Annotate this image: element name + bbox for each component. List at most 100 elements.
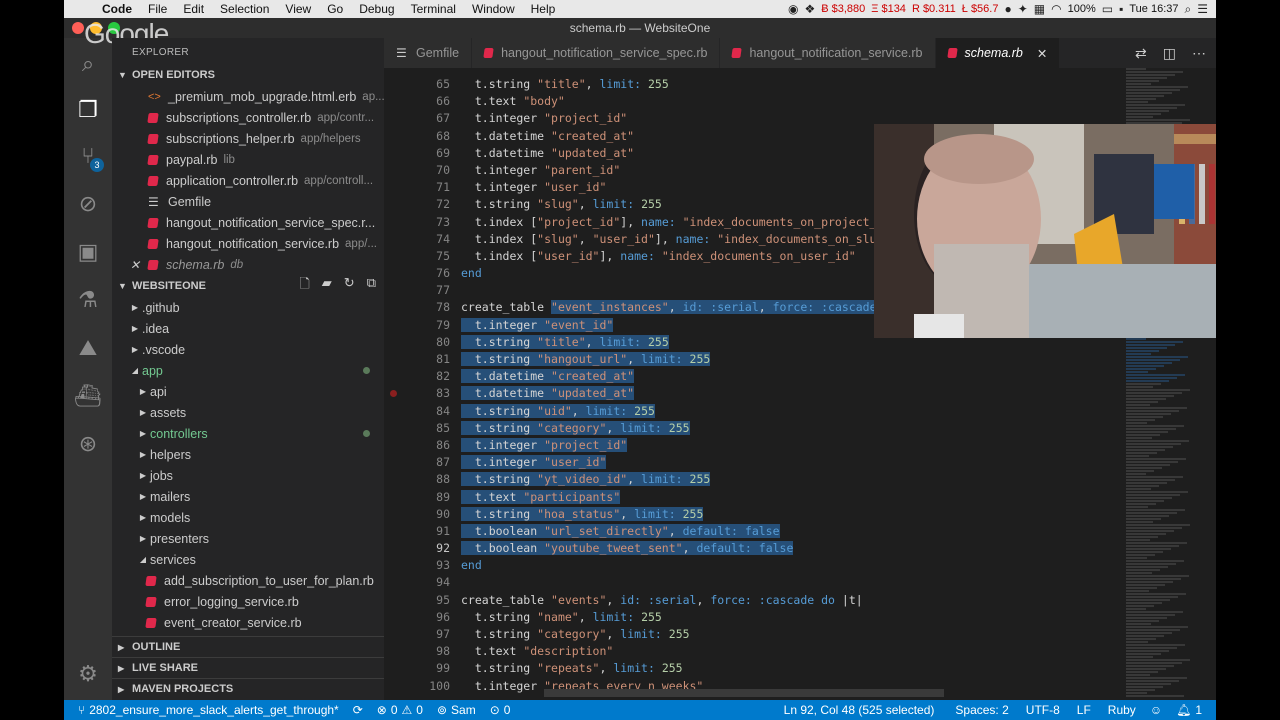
bird-icon[interactable]: ✦ [1018,2,1028,16]
dropbox-icon[interactable]: ❖ [804,2,815,16]
source-control-icon[interactable]: ⑂ 3 [64,134,112,178]
encoding[interactable]: UTF-8 [1019,703,1070,717]
debug-icon[interactable]: ⊘ [64,182,112,226]
grid-icon[interactable]: ▦ [1034,2,1045,16]
menu-edit[interactable]: Edit [175,2,212,16]
spotlight-icon[interactable]: ⌕ [1185,2,1192,17]
close-window-button[interactable] [72,22,84,34]
menu-terminal[interactable]: Terminal [403,2,464,16]
minimap-line [1126,488,1151,490]
remote-explorer-icon[interactable]: ⛰ [64,326,112,370]
workspace-header[interactable]: ▼ WEBSITEONE 🗋 ▰ ↻ ⧉ [112,275,384,297]
editor-tab[interactable]: schema.rb ✕ [935,38,1061,68]
collapse-all-icon[interactable]: ⧉ [367,275,376,297]
extensions-icon[interactable]: ▣ [64,230,112,274]
tree-folder[interactable]: ◢ services [112,549,384,570]
live-share-section[interactable]: ▶ LIVE SHARE [112,657,384,678]
smiley-feedback-icon[interactable]: ☺ [1143,703,1169,717]
notifications[interactable]: 🔔︎ 1 [1169,703,1216,717]
menu-help[interactable]: Help [523,2,564,16]
close-icon[interactable]: ✕ [1037,46,1047,61]
open-editor-item[interactable]: ✕ schema.rb db [112,254,384,275]
user-icon[interactable]: ● [1004,2,1011,16]
outline-section[interactable]: ▶ OUTLINE [112,636,384,657]
tree-item-label: jobs [150,468,173,483]
menu-view[interactable]: View [277,2,319,16]
menu-selection[interactable]: Selection [212,2,277,16]
indentation[interactable]: Spaces: 2 [948,703,1018,717]
compare-changes-icon[interactable]: ⇄ [1135,45,1147,62]
breakpoint-dot[interactable] [390,390,397,398]
menu-debug[interactable]: Debug [351,2,402,16]
line-ending[interactable]: LF [1070,703,1101,717]
battery-percent[interactable]: 100% [1068,3,1096,15]
sync-icon[interactable]: ⟳ [346,703,370,717]
menu-window[interactable]: Window [464,2,523,16]
tree-file[interactable]: add_subscription_to_user_for_plan.rb [112,570,384,591]
split-editor-icon[interactable]: ◫ [1163,45,1176,62]
open-editor-item[interactable]: application_controller.rb app/controll... [112,170,384,191]
explorer-icon[interactable]: ❐ [64,88,112,132]
clock[interactable]: Tue 16:37 [1129,3,1178,15]
tree-folder[interactable]: ▶ jobs [112,465,384,486]
test-flask-icon[interactable]: ⚗ [64,278,112,322]
open-editor-item[interactable]: <> _premium_mob_upgrade.html.erb ap... [112,86,384,107]
tree-folder[interactable]: ▶ controllers [112,423,384,444]
branch-indicator[interactable]: ⑂ 2802_ensure_more_slack_alerts_get_thro… [64,703,346,717]
tree-file[interactable]: error_logging_service.rb [112,591,384,612]
cursor-position[interactable]: Ln 92, Col 48 (525 selected) [777,703,949,717]
flag-icon[interactable]: ▪ [1119,2,1123,16]
minimap-line [1126,383,1161,385]
horizontal-scrollbar[interactable] [544,689,944,697]
ticker-ltc[interactable]: Ł $56.7 [962,3,999,15]
tree-folder[interactable]: ▶ assets [112,402,384,423]
docker-icon[interactable]: ⛴ [64,374,112,418]
language-mode[interactable]: Ruby [1101,703,1143,717]
more-actions-icon[interactable]: ⋯ [1192,45,1206,62]
open-editors-header[interactable]: ▼ OPEN EDITORS [112,64,384,86]
chevron-right-icon: ▶ [118,684,125,694]
wifi-icon[interactable]: ◠ [1051,2,1061,16]
editor-tab[interactable]: hangout_notification_service_spec.rb [472,38,721,68]
gitlens-icon[interactable]: ⊛ [64,422,112,466]
notification-center-icon[interactable]: ☰ [1197,2,1208,16]
open-editor-item[interactable]: paypal.rb lib [112,149,384,170]
tree-item-label: models [150,510,191,525]
close-icon[interactable]: ✕ [130,258,148,272]
tree-folder[interactable]: ▶ helpers [112,444,384,465]
problems-indicator[interactable]: ⊗ 0 ⚠ 0 [370,703,430,717]
ticker-eth[interactable]: Ξ $134 [871,3,906,15]
menu-app-name[interactable]: Code [94,2,140,16]
new-file-icon[interactable]: 🗋 [299,275,309,297]
tree-folder[interactable]: ▶ presenters [112,528,384,549]
menu-go[interactable]: Go [319,2,351,16]
new-folder-icon[interactable]: ▰ [322,275,332,297]
tree-file[interactable]: event_creator_service.rb [112,612,384,633]
open-editor-item[interactable]: subscriptions_helper.rb app/helpers [112,128,384,149]
open-editor-item[interactable]: subscriptions_controller.rb app/contr... [112,107,384,128]
settings-gear-icon[interactable]: ⚙ [64,652,112,696]
ticker-btc[interactable]: Ƀ $3,880 [821,3,865,15]
tree-folder[interactable]: ▶ .idea [112,318,384,339]
live-share-status[interactable]: ⊚ Sam [430,703,483,717]
refresh-icon[interactable]: ↻ [344,275,355,297]
ticker-xrp[interactable]: R $0.311 [912,3,956,15]
maven-projects-section[interactable]: ▶ MAVEN PROJECTS [112,678,384,699]
status-circle-icon[interactable]: ◉ [788,2,798,16]
battery-icon[interactable]: ▭ [1102,2,1113,16]
open-editor-item[interactable]: hangout_notification_service_spec.r... [112,212,384,233]
open-editor-item[interactable]: hangout_notification_service.rb app/... [112,233,384,254]
tree-folder[interactable]: ▶ mailers [112,486,384,507]
tree-folder[interactable]: ▶ api [112,381,384,402]
editor-tab[interactable]: hangout_notification_service.rb [720,38,936,68]
open-editor-item[interactable]: ☰ Gemfile [112,191,384,212]
editor-tab[interactable]: ☰ Gemfile [384,38,473,68]
minimap-line [1126,395,1174,397]
menu-file[interactable]: File [140,2,175,16]
tree-folder[interactable]: ▶ .github [112,297,384,318]
tree-folder[interactable]: ▶ .vscode [112,339,384,360]
minimap-line [1126,428,1176,430]
tree-folder[interactable]: ◢ app [112,360,384,381]
ports-indicator[interactable]: ⊙ 0 [483,703,518,717]
tree-folder[interactable]: ▶ models [112,507,384,528]
